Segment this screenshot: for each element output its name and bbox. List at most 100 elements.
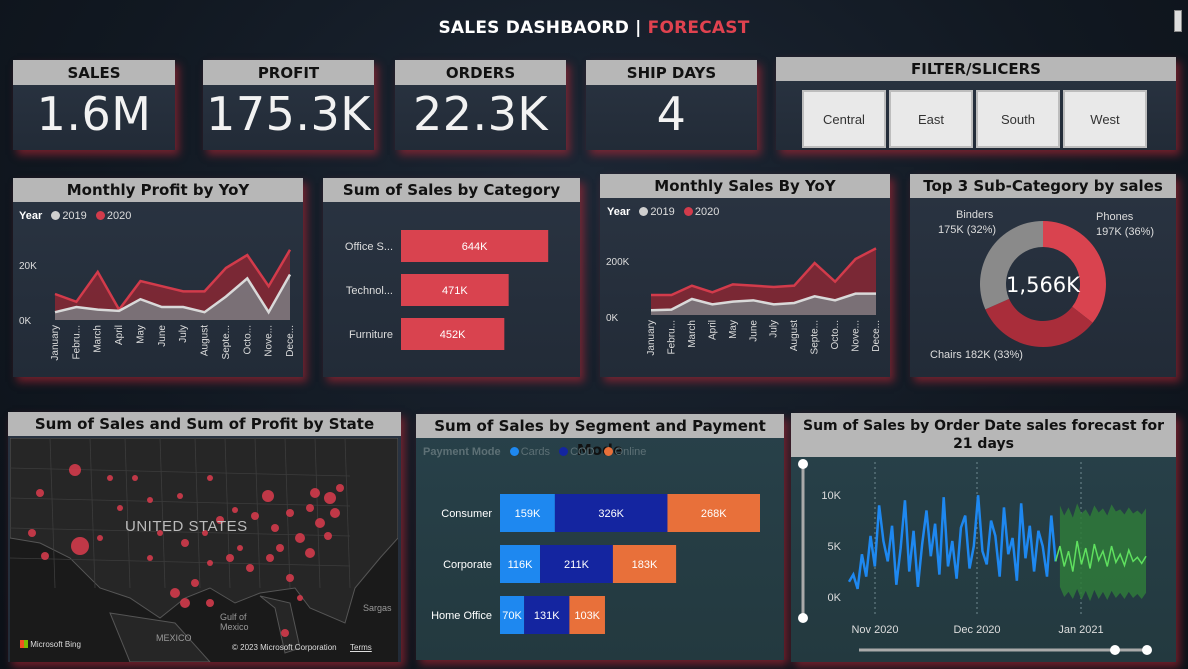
forecast-line-svg: 0K 5K 10K Nov 2020 Dec 2020 Jan 2021: [798, 459, 1152, 655]
state-bubble: [336, 484, 344, 492]
segment-payment-chart: Sum of Sales by Segment and Payment Mode…: [416, 414, 784, 660]
category-label: Furniture: [349, 329, 393, 341]
horizontal-slider-handle-left: [1110, 645, 1120, 655]
segment-value: 116K: [508, 559, 534, 571]
x-tick-label: June: [157, 325, 168, 347]
state-bubble: [191, 579, 199, 587]
state-bubble: [246, 564, 254, 572]
state-bubble: [36, 489, 44, 497]
state-bubble: [305, 548, 315, 558]
category-value: 452K: [440, 329, 466, 341]
state-bubble: [251, 512, 259, 520]
sales-area-svg: 0K 200K January Febru... March April May June Ju…: [606, 247, 882, 356]
segment-value: 159K: [515, 508, 541, 520]
bing-logo-icon: [20, 640, 28, 648]
slicer-west[interactable]: West: [1063, 90, 1147, 148]
segment-value: 326K: [598, 508, 624, 520]
x-tick-label: June: [748, 320, 759, 342]
x-tick-label: Nove...: [264, 325, 275, 357]
x-tick-label: January: [646, 320, 657, 356]
state-bubble: [207, 560, 213, 566]
segment-value: 183K: [632, 559, 658, 571]
map-terms-link[interactable]: Terms: [350, 643, 372, 652]
x-tick-label: Jan 2021: [1058, 624, 1103, 636]
state-bubble: [207, 475, 213, 481]
donut-center-label: 1,566K: [1006, 273, 1081, 297]
kpi-value: 175.3K: [206, 87, 371, 141]
map-country-label: UNITED STATES: [125, 518, 248, 535]
segment-bar-svg: Consumer 159K 326K 268K Corporate 116K 211K 183…: [431, 494, 760, 634]
scrollbar-thumb[interactable]: [1174, 10, 1182, 32]
state-bubble: [181, 539, 189, 547]
state-bubble: [71, 537, 89, 555]
state-bubble: [286, 509, 294, 517]
state-bubble: [330, 508, 340, 518]
top-subcategory-chart: Top 3 Sub-Category by sales 1,566K Phones…: [910, 174, 1176, 377]
category-value: 644K: [462, 241, 488, 253]
title-main: SALES DASHBAORD |: [438, 18, 642, 38]
state-bubble: [315, 518, 325, 528]
vertical-slider-handle-top: [798, 459, 808, 469]
vertical-slider-handle-bottom: [798, 613, 808, 623]
y-tick-label: 20K: [19, 261, 37, 272]
chart-title: Top 3 Sub-Category by sales: [910, 174, 1176, 198]
filter-title: FILTER/SLICERS: [776, 57, 1176, 81]
x-tick-label: March: [93, 325, 104, 353]
x-tick-label: Nove...: [851, 320, 862, 352]
state-bubble: [262, 490, 274, 502]
segment-value: 268K: [701, 508, 727, 520]
segment-label: Consumer: [441, 508, 492, 520]
y-tick-label: 0K: [606, 313, 619, 324]
kpi-label: ORDERS: [395, 60, 566, 85]
category-value: 471K: [442, 285, 468, 297]
slicer-central[interactable]: Central: [802, 90, 886, 148]
x-tick-label: Dece...: [285, 325, 296, 357]
state-bubble: [41, 552, 49, 560]
x-tick-label: March: [687, 320, 698, 348]
donut-value-binders: 175K (32%): [938, 224, 996, 236]
state-bubble: [147, 497, 153, 503]
chart-title: Sum of Sales by Segment and Payment Mode: [416, 414, 784, 459]
state-bubble: [132, 475, 138, 481]
chart-title: Sum of Sales and Sum of Profit by State: [8, 412, 401, 436]
map-sargasso-label: Sargas: [363, 603, 392, 613]
map-svg: [10, 438, 398, 662]
x-tick-label: Octo...: [830, 320, 841, 349]
state-bubble: [117, 505, 123, 511]
map-gulf-label: Gulf of Mexico: [220, 612, 249, 632]
x-tick-label: Septe...: [221, 325, 232, 359]
x-tick-label: May: [135, 325, 146, 344]
x-tick-label: August: [200, 325, 211, 356]
chart-title: Monthly Sales By YoY: [600, 174, 890, 198]
x-tick-label: April: [707, 320, 718, 340]
slicer-east[interactable]: East: [889, 90, 973, 148]
kpi-label: PROFIT: [203, 60, 374, 85]
bing-logo-text: Microsoft Bing: [30, 640, 81, 649]
map-mexico-label: MEXICO: [156, 633, 192, 643]
state-bubble: [324, 532, 332, 540]
kpi-profit: PROFIT 175.3K: [203, 60, 374, 150]
x-tick-label: January: [50, 325, 61, 361]
state-bubble: [177, 493, 183, 499]
monthly-sales-chart: Monthly Sales By YoY Year 2019 2020 0K 20…: [600, 174, 890, 377]
state-bubble: [226, 554, 234, 562]
map-copyright: © 2023 Microsoft Corporation: [232, 643, 337, 652]
x-tick-label: August: [789, 320, 800, 351]
profit-area-svg: 0K 20K January Febru... March April May June Jul…: [19, 249, 296, 361]
chart-title: Sum of Sales by Category: [323, 178, 580, 202]
state-bubble: [271, 524, 279, 532]
horizontal-slider-handle-right: [1142, 645, 1152, 655]
state-map-panel: Sum of Sales and Sum of Profit by State …: [8, 412, 401, 662]
x-tick-label: Dece...: [871, 320, 882, 352]
state-bubble: [97, 535, 103, 541]
us-map[interactable]: UNITED STATES MEXICO Gulf of Mexico Sarg…: [10, 438, 398, 662]
y-tick-label: 5K: [828, 541, 842, 553]
state-bubble: [324, 492, 336, 504]
x-tick-label: July: [769, 320, 780, 338]
x-tick-label: May: [728, 320, 739, 339]
kpi-label: SHIP DAYS: [586, 60, 757, 85]
slicer-south[interactable]: South: [976, 90, 1060, 148]
title-accent: FORECAST: [647, 18, 750, 38]
state-bubble: [266, 554, 274, 562]
state-bubble: [107, 475, 113, 481]
